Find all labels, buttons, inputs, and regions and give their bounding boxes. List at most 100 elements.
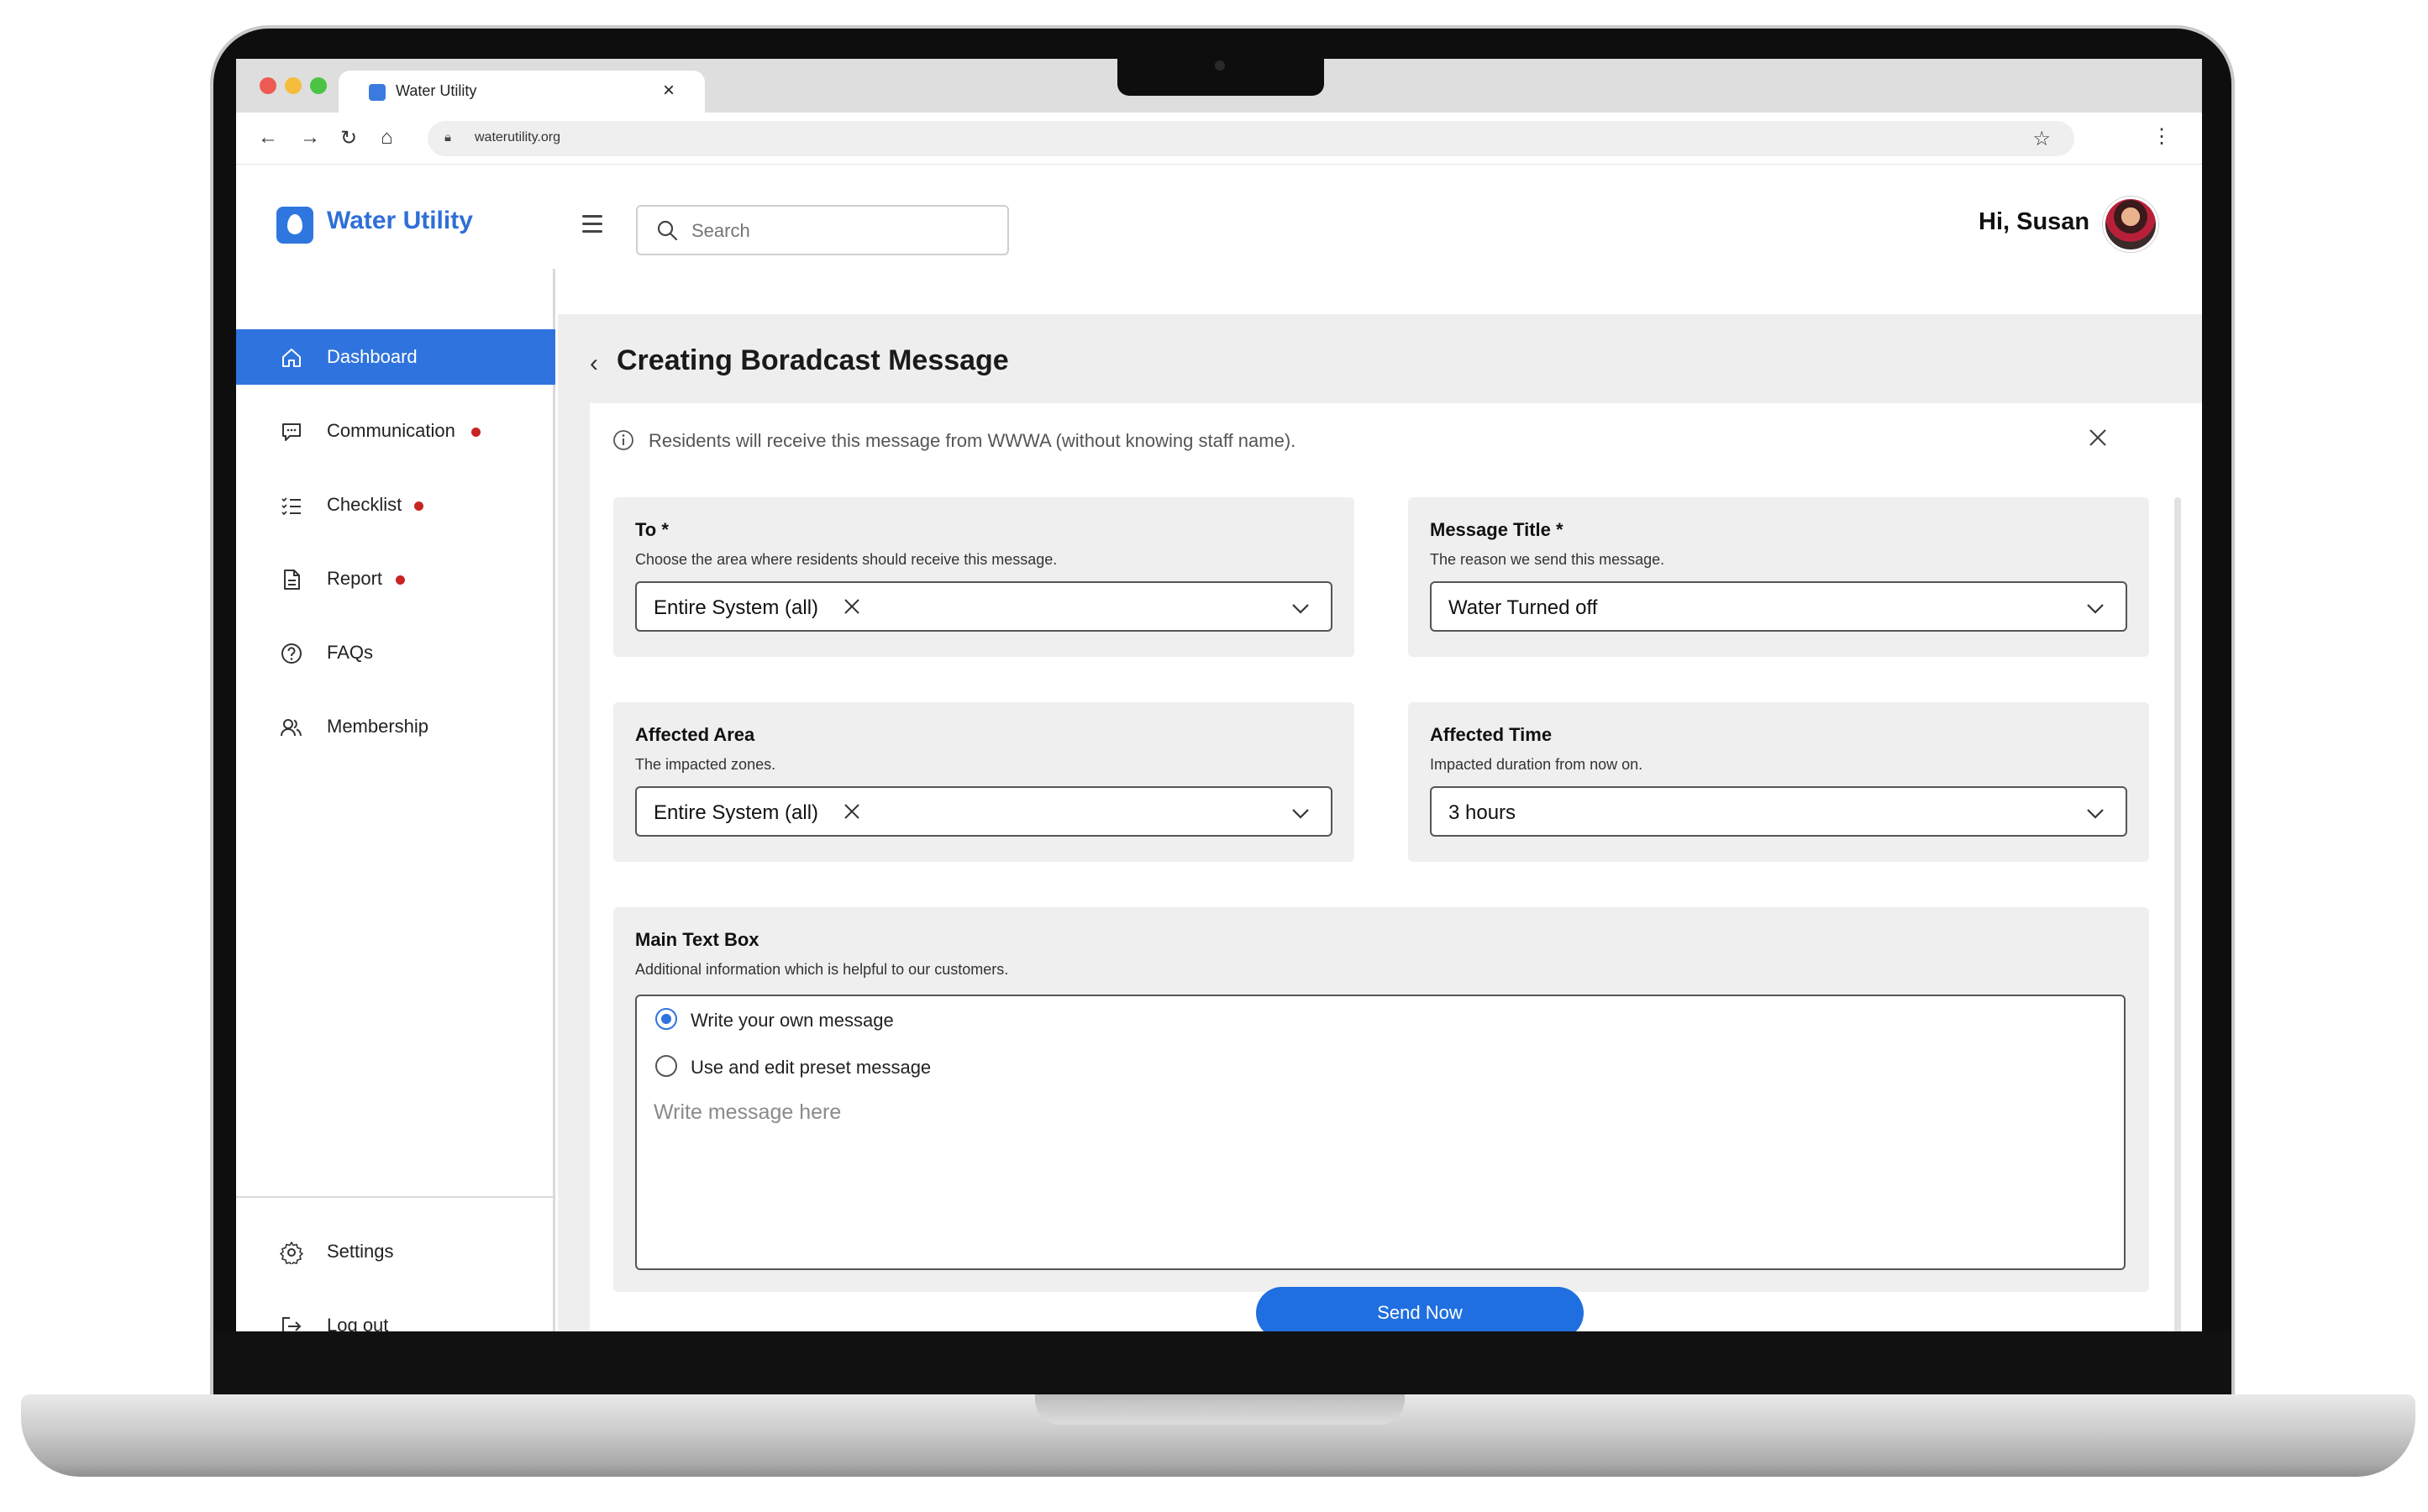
field-title: Message Title * bbox=[1430, 519, 1563, 540]
laptop-base-notch bbox=[1035, 1394, 1405, 1425]
main-text-card: Main Text Box Additional information whi… bbox=[613, 907, 2149, 1292]
sidebar-item-communication[interactable]: Communication bbox=[236, 403, 555, 459]
sidebar-item-dashboard[interactable]: Dashboard bbox=[236, 329, 555, 385]
browser-window: Water Utility × ← → ↻ ⌂ 🔒︎ waterutility.… bbox=[236, 59, 2202, 1331]
field-description: The impacted zones. bbox=[635, 756, 776, 773]
message-textarea[interactable] bbox=[654, 1100, 2099, 1252]
field-title: Main Text Box bbox=[635, 929, 759, 950]
back-chevron-icon[interactable]: ‹ bbox=[590, 349, 598, 378]
notification-badge bbox=[396, 575, 405, 585]
close-tab-icon[interactable]: × bbox=[663, 79, 675, 102]
affected-area-card: Affected Area The impacted zones. Entire… bbox=[613, 702, 1354, 862]
field-description: Impacted duration from now on. bbox=[1430, 756, 1643, 773]
bookmark-star-icon[interactable]: ☆ bbox=[2032, 127, 2051, 151]
radio-label: Write your own message bbox=[691, 1010, 894, 1031]
to-field-card: To * Choose the area where residents sho… bbox=[613, 497, 1354, 657]
home-browser-icon[interactable]: ⌂ bbox=[381, 126, 393, 150]
sidebar-item-label: Dashboard bbox=[327, 346, 418, 367]
laptop-mockup: Water Utility × ← → ↻ ⌂ 🔒︎ waterutility.… bbox=[0, 0, 2428, 1512]
sidebar-item-label: Settings bbox=[327, 1241, 394, 1262]
browser-tab[interactable]: Water Utility × bbox=[339, 71, 705, 114]
sidebar-item-label: Report bbox=[327, 568, 383, 589]
info-message: Residents will receive this message from… bbox=[649, 430, 1296, 451]
affected-time-select[interactable]: 3 hours bbox=[1430, 786, 2127, 837]
laptop-bottom-bezel bbox=[215, 1331, 2231, 1395]
affected-area-select[interactable]: Entire System (all) bbox=[635, 786, 1332, 837]
close-window-button[interactable] bbox=[260, 77, 276, 94]
home-icon bbox=[282, 349, 301, 367]
gear-icon bbox=[280, 1242, 303, 1264]
send-now-button[interactable]: Send Now bbox=[1256, 1287, 1584, 1331]
users-icon bbox=[281, 719, 302, 737]
app: Water Utility Hi, Susan bbox=[236, 165, 2202, 1331]
broadcast-form-panel: Residents will receive this message from… bbox=[590, 403, 2202, 1331]
scrollbar[interactable] bbox=[2174, 497, 2181, 1331]
search-box[interactable] bbox=[636, 205, 1009, 255]
chevron-down-icon bbox=[1292, 809, 1309, 819]
help-icon bbox=[281, 643, 302, 664]
notification-badge bbox=[471, 428, 481, 437]
main-content: ‹ Creating Boradcast Message Residents w… bbox=[558, 314, 2202, 1331]
camera-icon bbox=[1215, 60, 1225, 71]
maximize-window-button[interactable] bbox=[310, 77, 327, 94]
browser-menu-icon[interactable]: ⋮ bbox=[2152, 124, 2172, 149]
notification-badge bbox=[414, 501, 423, 511]
url-text: waterutility.org bbox=[475, 130, 560, 144]
sidebar-item-report[interactable]: Report bbox=[236, 551, 555, 606]
radio-button[interactable] bbox=[655, 1055, 677, 1077]
radio-button[interactable] bbox=[655, 1008, 677, 1030]
selected-value: Entire System (all) bbox=[654, 596, 819, 619]
lock-icon: 🔒︎ bbox=[444, 130, 451, 144]
user-greeting: Hi, Susan bbox=[1979, 208, 2090, 235]
page-title: Creating Boradcast Message bbox=[617, 344, 1009, 376]
minimize-window-button[interactable] bbox=[285, 77, 302, 94]
to-select[interactable]: Entire System (all) bbox=[635, 581, 1332, 632]
selected-value: 3 hours bbox=[1448, 801, 1516, 824]
search-icon bbox=[657, 220, 678, 241]
clear-selection-icon[interactable] bbox=[842, 801, 862, 822]
sidebar-item-label: FAQs bbox=[327, 642, 374, 663]
search-input[interactable] bbox=[691, 220, 977, 242]
checklist-icon bbox=[281, 497, 301, 516]
reload-icon[interactable]: ↻ bbox=[340, 126, 357, 150]
sidebar-item-label: Membership bbox=[327, 716, 429, 737]
field-description: Additional information which is helpful … bbox=[635, 961, 1009, 978]
selected-value: Entire System (all) bbox=[654, 801, 819, 824]
sidebar-item-logout[interactable]: Log out bbox=[236, 1298, 555, 1331]
field-description: Choose the area where residents should r… bbox=[635, 551, 1058, 568]
close-icon[interactable] bbox=[2085, 425, 2110, 450]
sidebar-item-label: Communication bbox=[327, 420, 455, 441]
sidebar-item-label: Log out bbox=[327, 1315, 389, 1331]
forward-arrow-icon[interactable]: → bbox=[300, 126, 320, 150]
tab-title: Water Utility bbox=[396, 82, 477, 99]
chevron-down-icon bbox=[1292, 604, 1309, 614]
info-icon bbox=[613, 430, 633, 450]
sidebar-divider bbox=[236, 1196, 555, 1198]
sidebar: Dashboard Communication Checklist Report… bbox=[236, 269, 555, 1331]
document-icon bbox=[284, 570, 300, 590]
affected-time-card: Affected Time Impacted duration from now… bbox=[1408, 702, 2149, 862]
clear-selection-icon[interactable] bbox=[842, 596, 862, 617]
chevron-down-icon bbox=[2087, 604, 2104, 614]
logout-icon bbox=[282, 1317, 302, 1331]
sidebar-item-checklist[interactable]: Checklist bbox=[236, 477, 555, 533]
hamburger-menu-icon[interactable] bbox=[582, 215, 602, 238]
message-title-card: Message Title * The reason we send this … bbox=[1408, 497, 2149, 657]
field-description: The reason we send this message. bbox=[1430, 551, 1665, 568]
sidebar-item-faqs[interactable]: FAQs bbox=[236, 625, 555, 680]
field-title: Affected Area bbox=[635, 724, 755, 745]
sidebar-item-label: Checklist bbox=[327, 494, 402, 515]
browser-toolbar: ← → ↻ ⌂ 🔒︎ waterutility.org ☆ ⋮ bbox=[236, 113, 2202, 165]
sidebar-item-membership[interactable]: Membership bbox=[236, 699, 555, 754]
favicon-icon bbox=[369, 84, 386, 101]
address-bar[interactable]: 🔒︎ waterutility.org ☆ bbox=[428, 121, 2074, 156]
radio-label: Use and edit preset message bbox=[691, 1057, 932, 1078]
field-title: Affected Time bbox=[1430, 724, 1553, 745]
brand-name: Water Utility bbox=[327, 207, 473, 234]
chat-icon bbox=[282, 423, 301, 441]
avatar[interactable] bbox=[2103, 197, 2158, 252]
back-arrow-icon[interactable]: ← bbox=[258, 126, 278, 150]
sidebar-item-settings[interactable]: Settings bbox=[236, 1224, 555, 1279]
message-title-select[interactable]: Water Turned off bbox=[1430, 581, 2127, 632]
selected-value: Water Turned off bbox=[1448, 596, 1598, 619]
